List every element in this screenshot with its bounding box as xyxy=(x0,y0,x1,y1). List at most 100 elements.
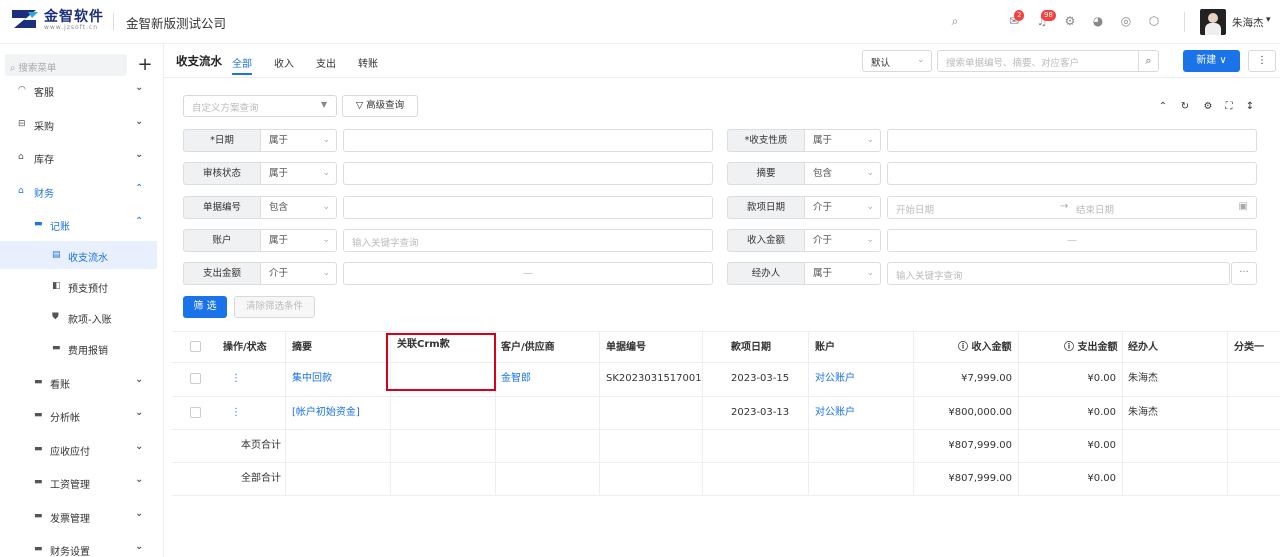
tab-all[interactable]: 全部 xyxy=(232,55,252,70)
sidebar-item-analysis[interactable]: ▬ 分析帐 ⌄ xyxy=(0,401,163,429)
filter-value-date[interactable] xyxy=(343,129,713,152)
filter-value-income-amount[interactable]: — xyxy=(887,229,1257,252)
sidebar-item-label: 财务 xyxy=(34,189,54,200)
settings-icon[interactable]: ⚙ xyxy=(1062,13,1078,29)
tab-expense[interactable]: 支出 xyxy=(316,55,336,70)
column-header-category[interactable]: 分类一 xyxy=(1234,333,1264,362)
handler-more-button[interactable]: ··· xyxy=(1231,262,1257,285)
filter-label-payment-date: 款项日期 xyxy=(727,196,804,219)
col-divider xyxy=(1122,331,1123,495)
sidebar-item-invoice[interactable]: ▬ 发票管理 ⌄ xyxy=(0,502,163,530)
pie-chart-icon[interactable]: ◕ xyxy=(1090,13,1106,29)
sidebar-item-view-accounts[interactable]: ▬ 看账 ⌄ xyxy=(0,368,163,396)
apply-filter-button[interactable]: 筛 选 xyxy=(183,296,227,318)
chevron-down-icon: ⌄ xyxy=(135,149,144,160)
filter-value-account[interactable]: 输入关键字查询 xyxy=(343,229,713,252)
chevron-down-icon: ⌄ xyxy=(866,168,874,178)
fullscreen-icon[interactable]: ⛶ xyxy=(1222,100,1236,114)
sidebar-item-label: 采购 xyxy=(34,122,54,133)
filter-op-value: 介于 xyxy=(813,235,833,246)
tab-income[interactable]: 收入 xyxy=(274,55,294,70)
customer-link[interactable]: 金智郎 xyxy=(501,363,531,394)
column-header-account[interactable]: 账户 xyxy=(815,333,835,362)
new-button[interactable]: 新建 ∨ xyxy=(1183,50,1240,72)
sidebar-item-bookkeeping[interactable]: ▬ 记账 ⌃ xyxy=(0,210,163,238)
column-header-customer[interactable]: 客户/供应商 xyxy=(501,333,555,362)
filter-value-nature[interactable] xyxy=(887,129,1257,152)
sidebar-item-finance-settings[interactable]: ▬ 财务设置 ⌄ xyxy=(0,535,163,557)
add-menu-button[interactable]: + xyxy=(133,54,157,78)
user-name[interactable]: 朱海杰 xyxy=(1232,15,1264,30)
chevron-down-icon: ⌄ xyxy=(917,55,925,65)
filter-op-date[interactable]: 属于 ⌄ xyxy=(260,129,337,152)
filter-op-account[interactable]: 属于 ⌄ xyxy=(260,229,337,252)
settings-icon[interactable]: ⚙ xyxy=(1201,100,1215,114)
date-cell: 2023-03-13 xyxy=(731,407,790,418)
income-cell: ¥7,999.00 xyxy=(961,373,1012,384)
column-header-income[interactable]: ⓘ 收入金额 xyxy=(958,333,1011,362)
sidebar-item-payroll[interactable]: ▬ 工资管理 ⌄ xyxy=(0,468,163,496)
search-icon[interactable]: ⌕ xyxy=(1138,51,1158,71)
filter-op-nature[interactable]: 属于 ⌄ xyxy=(804,129,881,152)
row-action-menu[interactable]: ⋮ xyxy=(231,363,241,394)
sidebar-item-cashflow[interactable]: ▤ 收支流水 xyxy=(0,241,157,269)
sidebar-item-finance[interactable]: ⌂ 财务 ⌃ xyxy=(0,177,163,205)
filter-op-summary[interactable]: 包含 ⌄ xyxy=(804,162,881,185)
filter-op-expense-amount[interactable]: 介于 ⌄ xyxy=(260,262,337,285)
filter-value-summary[interactable] xyxy=(887,162,1257,185)
col-divider xyxy=(808,331,809,495)
search-icon[interactable]: ⌕ xyxy=(947,13,963,29)
filter-value-expense-amount[interactable]: — xyxy=(343,262,713,285)
column-header-label: 支出金额 xyxy=(1077,342,1118,353)
col-divider xyxy=(285,331,286,495)
chevron-down-icon: ∨ xyxy=(1219,55,1227,66)
column-header-summary[interactable]: 摘要 xyxy=(292,333,312,362)
handler-placeholder: 输入关键字查询 xyxy=(896,271,963,282)
filter-label-income-amount: 收入金额 xyxy=(727,229,804,252)
filter-op-audit-status[interactable]: 属于 ⌄ xyxy=(260,162,337,185)
sidebar-item-receipt-entry[interactable]: ⛊ 款项-入账 xyxy=(0,303,163,331)
account-link[interactable]: 对公账户 xyxy=(815,363,855,394)
row-action-menu[interactable]: ⋮ xyxy=(231,397,241,428)
sidebar-item-customer-service[interactable]: ◠ 客服 ⌄ xyxy=(0,76,163,104)
refresh-icon[interactable]: ↻ xyxy=(1178,100,1192,114)
filter-op-handler[interactable]: 属于 ⌄ xyxy=(804,262,881,285)
filter-op-payment-date[interactable]: 介于 ⌄ xyxy=(804,196,881,219)
date-range-picker[interactable]: 开始日期 → 结束日期 ▣ xyxy=(887,196,1257,219)
filter-op-income-amount[interactable]: 介于 ⌄ xyxy=(804,229,881,252)
avatar[interactable] xyxy=(1200,9,1226,35)
company-name[interactable]: 金智新版测试公司 xyxy=(126,13,226,32)
row-checkbox[interactable] xyxy=(190,373,201,384)
sidebar-item-purchase[interactable]: ⊟ 采购 ⌄ xyxy=(0,110,163,138)
more-button[interactable]: ⋮ xyxy=(1248,50,1276,72)
column-header-expense[interactable]: ⓘ 支出金额 xyxy=(1064,333,1117,362)
collapse-icon[interactable]: ⌃ xyxy=(1156,100,1170,114)
logo-text: 金智软件 xyxy=(44,9,104,25)
filter-value-doc-no[interactable] xyxy=(343,196,713,219)
sidebar-item-label: 预支预付 xyxy=(68,284,108,295)
sidebar-item-inventory[interactable]: ⌂ 库存 ⌄ xyxy=(0,143,163,171)
chevron-down-icon[interactable]: ▾ xyxy=(1266,15,1271,25)
select-all-checkbox[interactable] xyxy=(190,341,201,352)
row-checkbox[interactable] xyxy=(190,407,201,418)
summary-link[interactable]: [帐户初始资金] xyxy=(292,397,360,428)
tab-transfer[interactable]: 转账 xyxy=(358,55,378,70)
sidebar-item-expense-claim[interactable]: ▬ 费用报销 xyxy=(0,334,163,362)
filter-op-doc-no[interactable]: 包含 ⌄ xyxy=(260,196,337,219)
filter-value-handler[interactable]: 输入关键字查询 xyxy=(887,262,1230,285)
globe-icon[interactable]: ◎ xyxy=(1118,13,1134,29)
sidebar-item-receivable-payable[interactable]: ▬ 应收应付 ⌄ xyxy=(0,435,163,463)
table-border xyxy=(172,331,1280,332)
column-header-doc-no[interactable]: 单据编号 xyxy=(606,333,646,362)
account-link[interactable]: 对公账户 xyxy=(815,397,855,428)
advanced-query-button[interactable]: ▽ 高级查询 xyxy=(342,95,418,117)
column-header-date[interactable]: 款项日期 xyxy=(731,333,771,362)
sidebar-item-prepayment[interactable]: ◧ 预支预付 xyxy=(0,272,163,300)
box-icon[interactable]: ⬡ xyxy=(1146,13,1162,29)
column-header-handler[interactable]: 经办人 xyxy=(1128,333,1158,362)
column-height-icon[interactable]: ↕ xyxy=(1243,100,1257,114)
chevron-down-icon: ⌄ xyxy=(135,407,144,418)
clear-filter-button[interactable]: 清除筛选条件 xyxy=(234,296,315,318)
summary-link[interactable]: 集中回款 xyxy=(292,363,332,394)
filter-value-audit-status[interactable] xyxy=(343,162,713,185)
